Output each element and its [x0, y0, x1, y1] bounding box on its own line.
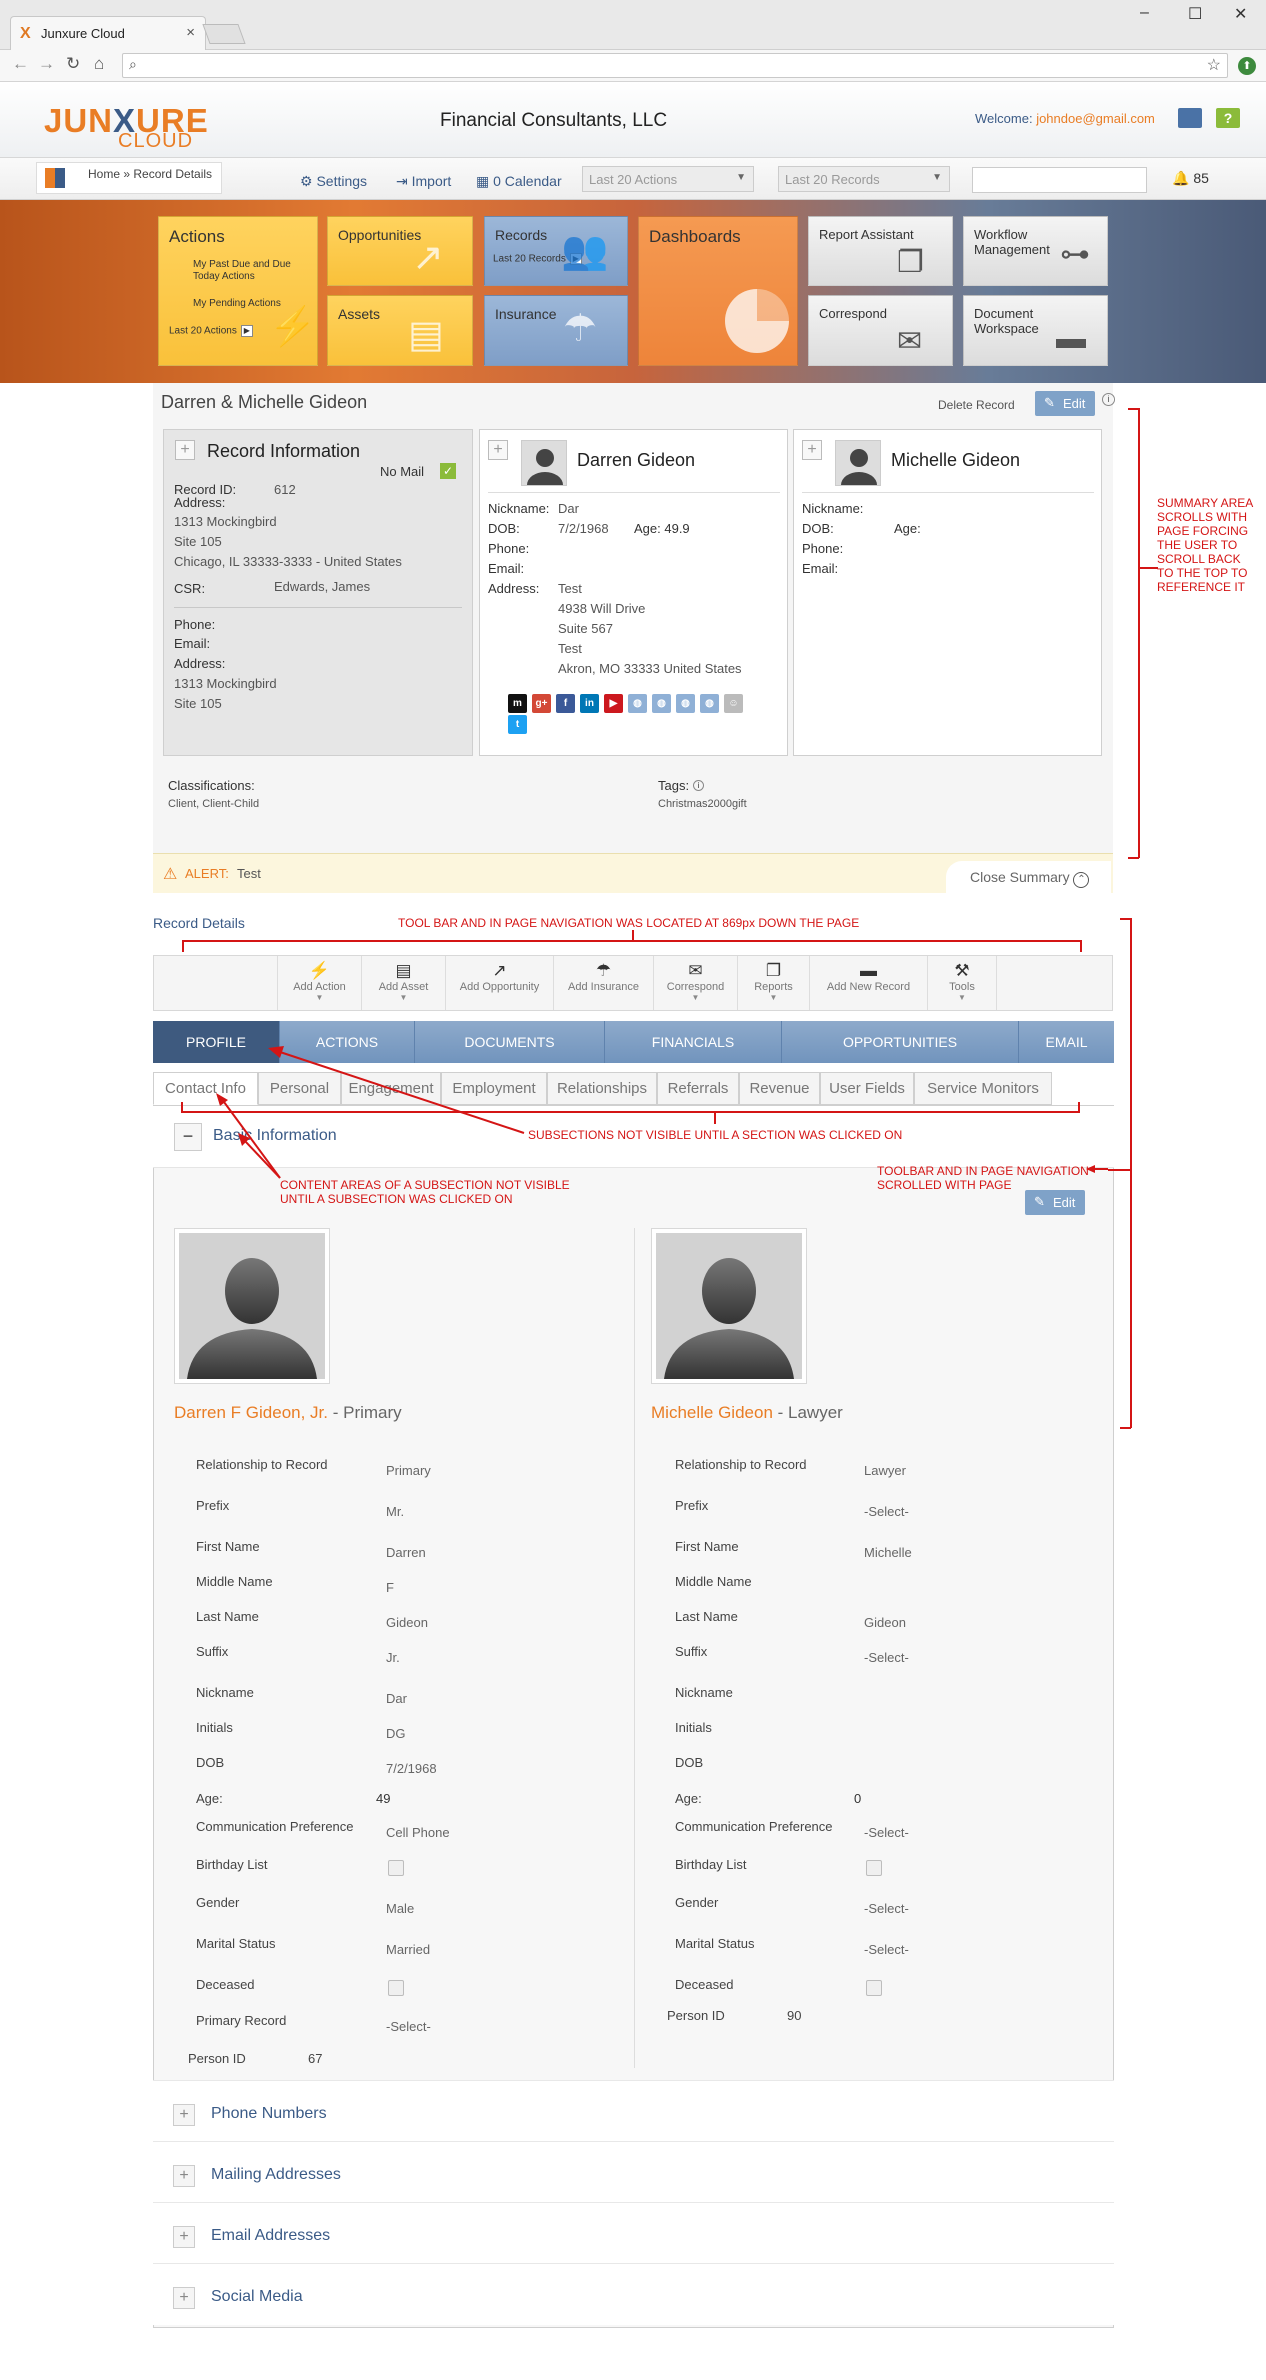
annotation-toolbar-scroll: TOOLBAR AND IN PAGE NAVIGATION SCROLLED … [877, 1164, 1089, 1192]
annotation-content-areas: CONTENT AREAS OF A SUBSECTION NOT VISIBL… [280, 1178, 570, 1206]
